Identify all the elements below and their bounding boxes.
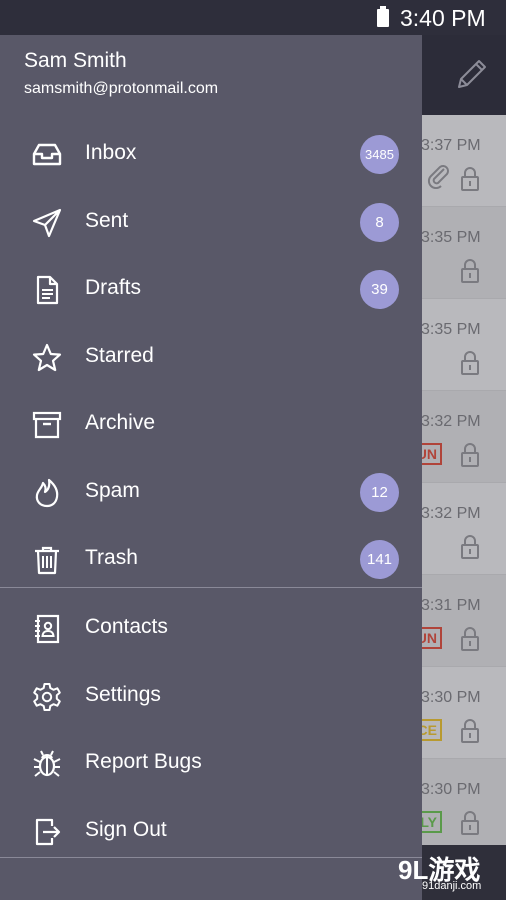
nav-item-label: Archive xyxy=(85,411,156,434)
lock-icon xyxy=(461,259,479,283)
count-badge: 141 xyxy=(360,540,399,579)
gear-icon xyxy=(33,683,61,711)
count-badge: 8 xyxy=(360,203,399,242)
nav-item-label: Trash xyxy=(85,546,138,569)
drawer-divider xyxy=(0,857,422,858)
lock-icon xyxy=(461,535,479,559)
flame-icon xyxy=(35,478,59,508)
navigation-drawer: Sam Smith samsmith@protonmail.com Inbox … xyxy=(0,35,422,900)
message-time: 3:35 PM xyxy=(421,229,481,246)
nav-item-label: Starred xyxy=(85,344,154,367)
inbox-icon xyxy=(32,143,62,166)
lock-icon xyxy=(461,627,479,651)
trash-icon xyxy=(35,546,59,575)
paperclip-icon xyxy=(427,165,449,189)
contacts-book-icon xyxy=(35,614,60,644)
nav-item-label: Contacts xyxy=(85,615,168,638)
nav-item-label: Sign Out xyxy=(85,818,167,841)
message-time: 3:35 PM xyxy=(421,321,481,338)
drawer-header: Sam Smith samsmith@protonmail.com xyxy=(0,35,422,115)
nav-item-report-bugs[interactable]: Report Bugs xyxy=(0,730,422,796)
lock-icon xyxy=(461,719,479,743)
nav-item-inbox[interactable]: Inbox 3485 xyxy=(0,121,422,187)
lock-icon xyxy=(461,167,479,191)
nav-item-contacts[interactable]: Contacts xyxy=(0,595,422,661)
send-icon xyxy=(32,208,62,238)
nav-item-label: Inbox xyxy=(85,141,137,164)
nav-item-label: Drafts xyxy=(85,276,142,299)
user-email: samsmith@protonmail.com xyxy=(24,80,219,97)
user-name: Sam Smith xyxy=(24,49,127,72)
nav-item-label: Spam xyxy=(85,479,140,502)
count-badge: 12 xyxy=(360,473,399,512)
nav-item-archive[interactable]: Archive xyxy=(0,391,422,457)
nav-item-spam[interactable]: Spam 12 xyxy=(0,459,422,525)
message-time: 3:37 PM xyxy=(421,137,481,154)
message-time: 3:31 PM xyxy=(421,597,481,614)
count-badge: 39 xyxy=(360,270,399,309)
message-time: 3:32 PM xyxy=(421,505,481,522)
drawer-divider xyxy=(0,587,422,588)
nav-item-label: Settings xyxy=(85,683,161,706)
star-icon xyxy=(32,343,62,372)
nav-item-sent[interactable]: Sent 8 xyxy=(0,189,422,255)
bug-icon xyxy=(33,750,61,777)
message-time: 3:30 PM xyxy=(421,689,481,706)
draft-document-icon xyxy=(36,275,59,305)
archive-box-icon xyxy=(32,411,62,439)
compose-pencil-icon[interactable] xyxy=(455,57,489,91)
nav-item-settings[interactable]: Settings xyxy=(0,663,422,729)
battery-icon xyxy=(377,6,389,27)
nav-item-sign-out[interactable]: Sign Out xyxy=(0,798,422,864)
sign-out-icon xyxy=(35,818,61,846)
message-time: 3:32 PM xyxy=(421,413,481,430)
site-watermark: 9L游戏 91danji.com xyxy=(392,848,502,896)
nav-item-label: Report Bugs xyxy=(85,750,202,773)
lock-icon xyxy=(461,443,479,467)
nav-item-trash[interactable]: Trash 141 xyxy=(0,526,422,592)
lock-icon xyxy=(461,351,479,375)
nav-item-drafts[interactable]: Drafts 39 xyxy=(0,256,422,322)
watermark-url: 91danji.com xyxy=(422,880,482,892)
unread-count-badge: 3485 xyxy=(360,135,399,174)
message-time: 3:30 PM xyxy=(421,781,481,798)
status-bar: 3:40 PM xyxy=(0,0,506,35)
nav-item-starred[interactable]: Starred xyxy=(0,324,422,390)
nav-item-label: Sent xyxy=(85,209,129,232)
lock-icon xyxy=(461,811,479,835)
status-time: 3:40 PM xyxy=(400,5,486,31)
